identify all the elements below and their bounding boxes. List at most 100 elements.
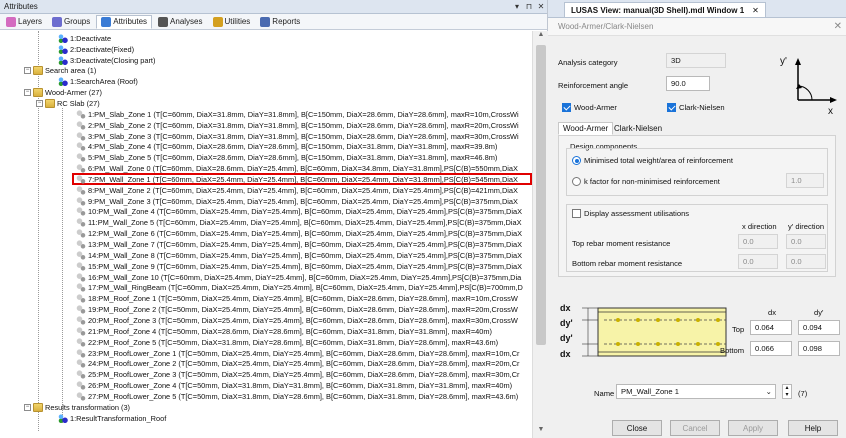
view-window: LUSAS View: manual(3D Shell).mdl Window …	[548, 0, 846, 438]
tree-item[interactable]: 16:PM_Wall_Zone 10 (T[C=60mm, DiaX=25.4m…	[76, 272, 521, 283]
wood-armer-checkbox[interactable]	[562, 103, 571, 112]
bottom-dy-input[interactable]: 0.098	[798, 341, 840, 356]
attribute-icon	[76, 326, 86, 336]
dialog-close-icon[interactable]: ✕	[834, 21, 842, 32]
window-tab[interactable]: LUSAS View: manual(3D Shell).mdl Window …	[564, 2, 766, 17]
collapse-toggle-icon[interactable]: −	[36, 99, 43, 107]
tree-item[interactable]: 21:PM_Roof_Zone 4 (T[C=50mm, DiaX=28.6mm…	[76, 326, 492, 337]
tab-clark-nielsen[interactable]: Clark-Nielsen	[610, 122, 666, 135]
tree-item[interactable]: 18:PM_Roof_Zone 1 (T[C=50mm, DiaX=25.4mm…	[76, 293, 518, 304]
attribute-icon	[76, 337, 86, 347]
tree-item[interactable]: 2:Deactivate(Fixed)	[58, 44, 134, 55]
tree-item-label: 1:SearchArea (Roof)	[70, 77, 138, 87]
diagram-dx-top-label: dx	[560, 303, 571, 313]
k-factor-radio[interactable]	[572, 177, 581, 186]
tree-item[interactable]: 1:ResultTransformation_Roof	[58, 413, 166, 424]
tab-reports[interactable]: Reports	[256, 15, 304, 29]
cancel-button[interactable]: Cancel	[670, 420, 720, 436]
name-combobox[interactable]: PM_Wall_Zone 1 ⌄	[616, 384, 776, 399]
k-factor-input[interactable]: 1.0	[786, 173, 824, 188]
panel-title: Attributes	[4, 2, 38, 11]
scrollbar-thumb[interactable]	[536, 45, 546, 345]
tab-analyses[interactable]: Analyses	[154, 15, 206, 29]
attribute-icon	[76, 153, 86, 163]
tree-item[interactable]: 19:PM_Roof_Zone 2 (T[C=50mm, DiaX=25.4mm…	[76, 304, 518, 315]
tree-item[interactable]: − RC Slab (27)	[36, 98, 100, 109]
close-button[interactable]: Close	[612, 420, 662, 436]
reinforcement-angle-label: Reinforcement angle	[558, 81, 629, 90]
top-rebar-y-input[interactable]: 0.0	[786, 234, 826, 249]
tree-item[interactable]: 15:PM_Wall_Zone 9 (T[C=60mm, DiaX=25.4mm…	[76, 261, 522, 272]
display-utilisations-checkbox[interactable]	[572, 209, 581, 218]
tab-wood-armer[interactable]: Wood-Armer	[558, 122, 614, 135]
tab-utilities[interactable]: Utilities	[209, 15, 255, 29]
tree-item-label: 1:Deactivate	[70, 33, 112, 43]
tree-item-label: 11:PM_Wall_Zone 5 (T[C=60mm, DiaX=25.4mm…	[88, 218, 522, 228]
tree-item[interactable]: 1:SearchArea (Roof)	[58, 76, 138, 87]
tree-item[interactable]: − Results transformation (3)	[24, 402, 130, 413]
attributes-tree: 1:Deactivate 2:Deactivate(Fixed) 3:Deactiv…	[0, 31, 532, 438]
scroll-down-icon[interactable]: ▼	[533, 426, 549, 438]
panel-menu-icon[interactable]: ▾	[511, 2, 523, 11]
tree-item-label: 16:PM_Wall_Zone 10 (T[C=60mm, DiaX=25.4m…	[88, 272, 522, 282]
tree-item[interactable]: 13:PM_Wall_Zone 7 (T[C=60mm, DiaX=25.4mm…	[76, 239, 522, 250]
tree-item[interactable]: 25:PM_RoofLower_Zone 3 (T[C=50mm, DiaX=2…	[76, 369, 520, 380]
help-button[interactable]: Help	[788, 420, 838, 436]
tree-item[interactable]: 8:PM_Wall_Zone 2 (T[C=60mm, DiaX=25.4mm,…	[76, 185, 518, 196]
tree-item[interactable]: − Search area (1)	[24, 66, 96, 77]
tree-item-label: 22:PM_Roof_Zone 5 (T[C=50mm, DiaX=31.8mm…	[88, 337, 499, 347]
tree-scrollbar[interactable]: ▲ ▼	[532, 31, 548, 438]
tree-item-label: RC Slab (27)	[57, 98, 100, 108]
tree-item[interactable]: − Wood-Armer (27)	[24, 87, 102, 98]
tree-item[interactable]: 5:PM_Slab_Zone 5 (T[C=60mm, DiaX=28.6mm,…	[76, 152, 497, 163]
tree-item[interactable]: 10:PM_Wall_Zone 4 (T[C=60mm, DiaX=25.4mm…	[76, 207, 522, 218]
tree-item-selected[interactable]: 7:PM_Wall_Zone 1 (T[C=60mm, DiaX=25.4mm,…	[76, 174, 518, 185]
collapse-toggle-icon[interactable]: −	[24, 67, 31, 75]
tree-item[interactable]: 3:PM_Slab_Zone 3 (T[C=60mm, DiaX=31.8mm,…	[76, 131, 519, 142]
tree-item[interactable]: 27:PM_RoofLower_Zone 5 (T[C=50mm, DiaX=3…	[76, 391, 518, 402]
bottom-dx-input[interactable]: 0.066	[750, 341, 792, 356]
top-rebar-x-input[interactable]: 0.0	[738, 234, 778, 249]
tree-item[interactable]: 3:Deactivate(Closing part)	[58, 55, 155, 66]
tree-item[interactable]: 1:PM_Slab_Zone 1 (T[C=60mm, DiaX=31.8mm,…	[76, 109, 519, 120]
tree-item[interactable]: 24:PM_RoofLower_Zone 2 (T[C=50mm, DiaX=2…	[76, 359, 520, 370]
tree-item[interactable]: 4:PM_Slab_Zone 4 (T[C=60mm, DiaX=28.6mm,…	[76, 142, 497, 153]
clark-nielsen-checkbox[interactable]	[667, 103, 676, 112]
tree-item[interactable]: 6:PM_Wall_Zone 0 (T[C=60mm, DiaX=28.6mm,…	[76, 163, 518, 174]
tree-item[interactable]: 9:PM_Wall_Zone 3 (T[C=60mm, DiaX=25.4mm,…	[76, 196, 518, 207]
tab-layers[interactable]: Layers	[2, 15, 46, 29]
panel-pin-icon[interactable]: ⊓	[523, 2, 535, 11]
scroll-up-icon[interactable]: ▲	[533, 31, 549, 43]
window-tab-close-icon[interactable]: ✕	[752, 6, 759, 15]
tree-item[interactable]: 23:PM_RoofLower_Zone 1 (T[C=50mm, DiaX=2…	[76, 348, 520, 359]
tree-item[interactable]: 1:Deactivate	[58, 33, 111, 44]
diagram-dy-bottom-label: dy'	[560, 333, 573, 343]
top-dx-input[interactable]: 0.064	[750, 320, 792, 335]
minimised-weight-radio[interactable]	[572, 156, 581, 165]
tree-item-label: 2:Deactivate(Fixed)	[70, 44, 135, 54]
tree-item[interactable]: 12:PM_Wall_Zone 6 (T[C=60mm, DiaX=25.4mm…	[76, 228, 522, 239]
tree-item[interactable]: 11:PM_Wall_Zone 5 (T[C=60mm, DiaX=25.4mm…	[76, 217, 522, 228]
name-spinner-icon[interactable]: ▴ ▾	[782, 384, 792, 399]
top-dy-input[interactable]: 0.094	[798, 320, 840, 335]
tree-item[interactable]: 20:PM_Roof_Zone 3 (T[C=50mm, DiaX=25.4mm…	[76, 315, 518, 326]
tree-item-label: 10:PM_Wall_Zone 4 (T[C=60mm, DiaX=25.4mm…	[88, 207, 523, 217]
collapse-toggle-icon[interactable]: −	[24, 403, 31, 411]
tree-item[interactable]: 2:PM_Slab_Zone 2 (T[C=60mm, DiaX=31.8mm,…	[76, 120, 519, 131]
chevron-down-icon[interactable]: ⌄	[766, 387, 772, 396]
tab-attributes[interactable]: Attributes	[96, 14, 153, 29]
attribute-icon	[76, 174, 86, 184]
tree-item[interactable]: 26:PM_RoofLower_Zone 4 (T[C=50mm, DiaX=3…	[76, 380, 512, 391]
tree-item[interactable]: 22:PM_Roof_Zone 5 (T[C=50mm, DiaX=31.8mm…	[76, 337, 498, 348]
bottom-rebar-x-input[interactable]: 0.0	[738, 254, 778, 269]
collapse-toggle-icon[interactable]: −	[24, 89, 31, 97]
layers-icon	[6, 16, 16, 27]
panel-close-icon[interactable]: ✕	[535, 2, 547, 11]
tree-item[interactable]: 17:PM_Wall_RingBeam (T[C=60mm, DiaX=25.4…	[76, 283, 523, 294]
apply-button[interactable]: Apply	[728, 420, 778, 436]
tree-item-label: 13:PM_Wall_Zone 7 (T[C=60mm, DiaX=25.4mm…	[88, 240, 523, 250]
bottom-rebar-y-input[interactable]: 0.0	[786, 254, 826, 269]
tab-groups[interactable]: Groups	[48, 15, 94, 29]
tree-item[interactable]: 14:PM_Wall_Zone 8 (T[C=60mm, DiaX=25.4mm…	[76, 250, 522, 261]
reinforcement-angle-input[interactable]: 90.0	[666, 76, 710, 91]
